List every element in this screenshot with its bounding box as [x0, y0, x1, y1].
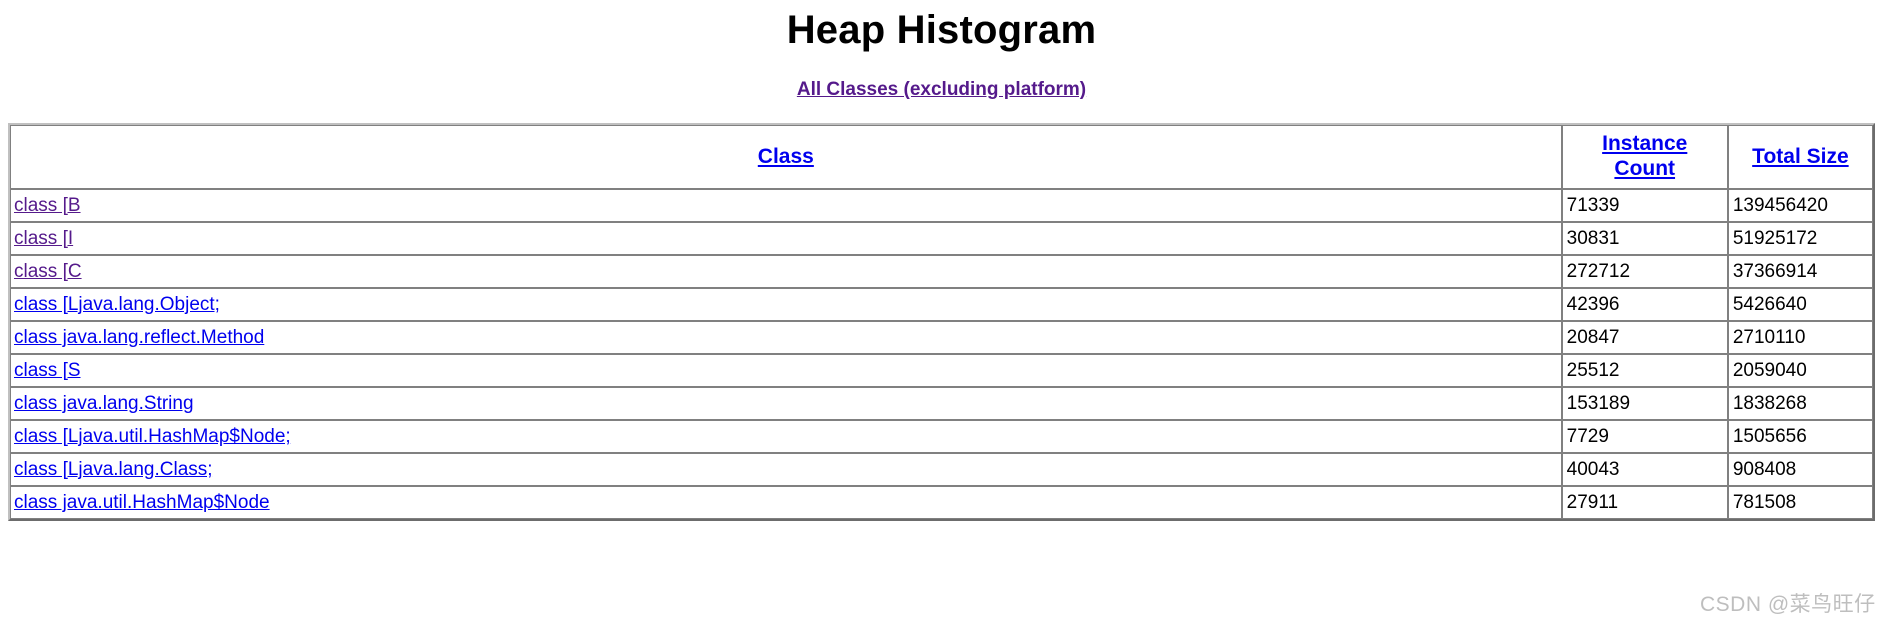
column-header-class[interactable]: Class: [10, 125, 1562, 189]
cell-instance-count: 27911: [1561, 486, 1728, 519]
class-link[interactable]: class [C: [14, 261, 82, 282]
class-link[interactable]: class [Ljava.lang.Object;: [14, 294, 220, 315]
cell-class-name: class [S: [10, 354, 1562, 387]
table-row: class java.lang.reflect.Method 20847 27101…: [10, 321, 1873, 354]
subtitle-container: All Classes (excluding platform): [0, 79, 1883, 101]
cell-class-name: class [Ljava.util.HashMap$Node;: [10, 420, 1562, 453]
csdn-watermark: CSDN @菜鸟旺仔: [1700, 593, 1876, 616]
cell-class-name: class java.util.HashMap$Node: [10, 486, 1562, 519]
cell-class-name: class [I: [10, 222, 1562, 255]
cell-total-size: 2710110: [1727, 321, 1873, 354]
class-link[interactable]: class java.lang.String: [14, 393, 194, 414]
sort-by-instance-count-link[interactable]: Instance Count: [1590, 132, 1700, 182]
cell-total-size: 2059040: [1727, 354, 1873, 387]
cell-total-size: 908408: [1727, 453, 1873, 486]
cell-instance-count: 40043: [1561, 453, 1728, 486]
table-header-row: Class Instance Count Total Size: [10, 125, 1873, 189]
class-link[interactable]: class [I: [14, 228, 73, 249]
cell-class-name: class [B: [10, 189, 1562, 222]
class-link[interactable]: class [Ljava.util.HashMap$Node;: [14, 426, 291, 447]
column-header-instance-count[interactable]: Instance Count: [1561, 125, 1728, 189]
table-row: class [Ljava.lang.Object; 42396 5426640: [10, 288, 1873, 321]
cell-instance-count: 7729: [1561, 420, 1728, 453]
cell-instance-count: 30831: [1561, 222, 1728, 255]
cell-class-name: class [Ljava.lang.Object;: [10, 288, 1562, 321]
table-body: class [B 71339 139456420 class [I 30831 51925…: [10, 189, 1873, 519]
histogram-table-container: Class Instance Count Total Size class [B…: [0, 123, 1883, 521]
sort-by-total-size-link[interactable]: Total Size: [1752, 145, 1848, 170]
cell-instance-count: 25512: [1561, 354, 1728, 387]
cell-total-size: 51925172: [1727, 222, 1873, 255]
all-classes-excluding-platform-link[interactable]: All Classes (excluding platform): [797, 79, 1086, 100]
table-header: Class Instance Count Total Size: [10, 125, 1873, 189]
cell-total-size: 139456420: [1727, 189, 1873, 222]
cell-class-name: class [Ljava.lang.Class;: [10, 453, 1562, 486]
cell-instance-count: 42396: [1561, 288, 1728, 321]
page-title: Heap Histogram: [786, 8, 1097, 52]
class-link[interactable]: class [Ljava.lang.Class;: [14, 459, 213, 480]
table-row: class [S 25512 2059040: [10, 354, 1873, 387]
cell-instance-count: 272712: [1561, 255, 1728, 288]
table-row: class [C 272712 37366914: [10, 255, 1873, 288]
cell-total-size: 781508: [1727, 486, 1873, 519]
class-link[interactable]: class java.util.HashMap$Node: [14, 492, 270, 513]
cell-class-name: class [C: [10, 255, 1562, 288]
table-row: class java.lang.String 153189 1838268: [10, 387, 1873, 420]
table-row: class [Ljava.util.HashMap$Node; 7729 15056…: [10, 420, 1873, 453]
sort-by-class-link[interactable]: Class: [758, 145, 814, 170]
cell-instance-count: 71339: [1561, 189, 1728, 222]
table-row: class java.util.HashMap$Node 27911 781508: [10, 486, 1873, 519]
cell-class-name: class java.lang.String: [10, 387, 1562, 420]
cell-total-size: 37366914: [1727, 255, 1873, 288]
heap-histogram-table: Class Instance Count Total Size class [B…: [8, 123, 1875, 521]
class-link[interactable]: class java.lang.reflect.Method: [14, 327, 264, 348]
cell-total-size: 1838268: [1727, 387, 1873, 420]
class-link[interactable]: class [S: [14, 360, 81, 381]
table-row: class [B 71339 139456420: [10, 189, 1873, 222]
cell-class-name: class java.lang.reflect.Method: [10, 321, 1562, 354]
cell-total-size: 1505656: [1727, 420, 1873, 453]
table-row: class [Ljava.lang.Class; 40043 908408: [10, 453, 1873, 486]
class-link[interactable]: class [B: [14, 195, 81, 216]
cell-instance-count: 20847: [1561, 321, 1728, 354]
cell-total-size: 5426640: [1727, 288, 1873, 321]
table-row: class [I 30831 51925172: [10, 222, 1873, 255]
column-header-total-size[interactable]: Total Size: [1727, 125, 1873, 189]
cell-instance-count: 153189: [1561, 387, 1728, 420]
